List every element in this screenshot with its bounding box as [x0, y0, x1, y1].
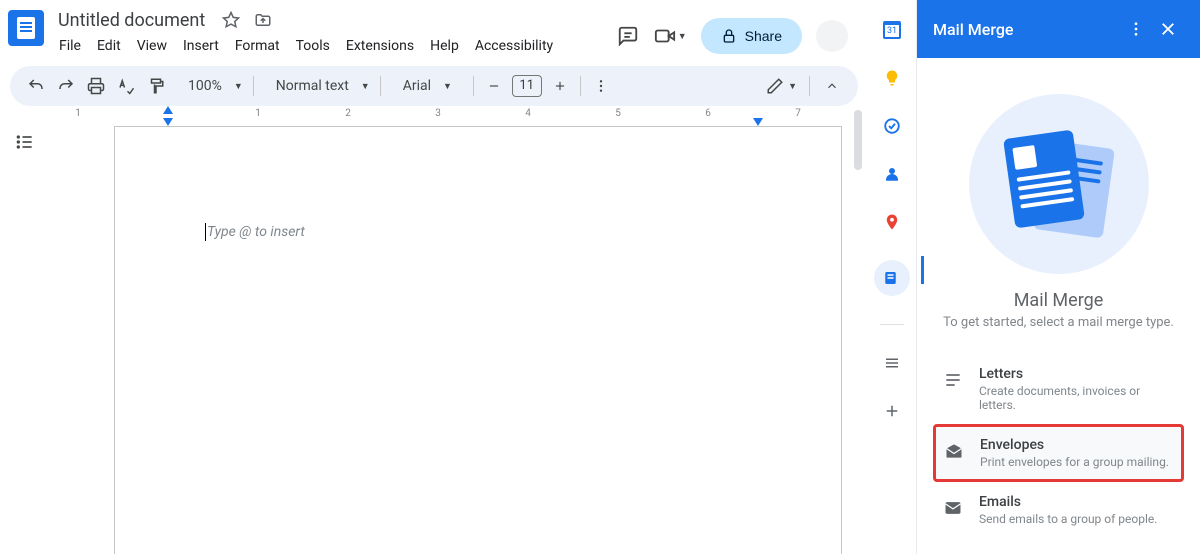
envelopes-icon [942, 439, 966, 463]
undo-button[interactable] [22, 72, 50, 100]
left-indent-marker[interactable] [163, 118, 173, 126]
ruler-tick-label: 3 [435, 108, 441, 119]
menu-tools[interactable]: Tools [289, 36, 337, 56]
paint-format-button[interactable] [142, 72, 170, 100]
paragraph-style-dropdown[interactable]: Normal text ▼ [260, 72, 374, 100]
insert-placeholder: Type @ to insert [207, 224, 305, 240]
panel-close-icon[interactable] [1152, 13, 1184, 45]
menu-extensions[interactable]: Extensions [339, 36, 421, 56]
right-indent-marker[interactable] [753, 118, 763, 126]
menu-file[interactable]: File [52, 36, 88, 56]
option-desc: Create documents, invoices or letters. [979, 384, 1176, 412]
merge-option-emails[interactable]: Emails Send emails to a group of people. [933, 482, 1184, 538]
increase-font-button[interactable] [546, 72, 574, 100]
calendar-icon[interactable]: 31 [882, 20, 902, 40]
star-icon[interactable] [219, 8, 243, 32]
option-desc: Send emails to a group of people. [979, 512, 1176, 526]
collapse-toolbar-button[interactable] [818, 72, 846, 100]
panel-more-icon[interactable] [1120, 13, 1152, 45]
maps-icon[interactable] [882, 212, 902, 232]
merge-option-envelopes[interactable]: Envelopes Print envelopes for a group ma… [933, 424, 1184, 482]
horizontal-ruler[interactable]: 1 1 2 3 4 5 6 7 [64, 106, 842, 126]
document-title[interactable]: Untitled document [52, 8, 211, 33]
vertical-scrollbar[interactable] [852, 106, 864, 554]
option-title: Emails [979, 494, 1176, 510]
panel-subheading: To get started, select a mail merge type… [933, 315, 1184, 330]
contacts-icon[interactable] [882, 164, 902, 184]
decrease-font-button[interactable] [480, 72, 508, 100]
zoom-dropdown[interactable]: 100% ▼ [172, 72, 247, 100]
panel-illustration [933, 94, 1184, 274]
share-label: Share [745, 28, 782, 44]
account-avatar[interactable] [816, 20, 848, 52]
toolbar: 100% ▼ Normal text ▼ Arial ▼ 11 ▼ [10, 66, 858, 106]
docs-logo[interactable] [8, 10, 44, 46]
move-icon[interactable] [251, 8, 275, 32]
option-title: Envelopes [980, 437, 1175, 453]
ruler-tick-label: 6 [705, 108, 711, 119]
style-value: Normal text [270, 78, 355, 94]
panel-heading: Mail Merge [933, 290, 1184, 311]
menubar: File Edit View Insert Format Tools Exten… [52, 34, 616, 58]
panel-header: Mail Merge [917, 0, 1200, 58]
menu-accessibility[interactable]: Accessibility [468, 36, 560, 56]
ruler-tick-label: 1 [75, 108, 81, 119]
comment-history-icon[interactable] [616, 24, 640, 48]
side-panel-rail: 31 [868, 0, 916, 554]
redo-button[interactable] [52, 72, 80, 100]
get-addons-icon[interactable] [882, 401, 902, 421]
more-toolbar-button[interactable] [587, 72, 615, 100]
zoom-value: 100% [182, 78, 228, 94]
panel-title: Mail Merge [933, 20, 1120, 39]
ruler-tick-label: 2 [345, 108, 351, 119]
menu-format[interactable]: Format [228, 36, 287, 56]
merge-option-letters[interactable]: Letters Create documents, invoices or le… [933, 354, 1184, 424]
meet-icon[interactable]: ▼ [654, 24, 687, 48]
show-side-panel-icon[interactable] [882, 353, 902, 373]
tasks-icon[interactable] [882, 116, 902, 136]
app-header: Untitled document File Edit View Insert … [0, 0, 868, 58]
emails-icon [941, 496, 965, 520]
ruler-tick-label: 5 [615, 108, 621, 119]
ruler-tick-label: 1 [255, 108, 261, 119]
menu-edit[interactable]: Edit [90, 36, 128, 56]
option-title: Letters [979, 366, 1176, 382]
ruler-tick-label: 4 [525, 108, 531, 119]
font-value: Arial [397, 78, 437, 94]
letters-icon [941, 368, 965, 392]
menu-view[interactable]: View [130, 36, 174, 56]
first-line-indent-marker[interactable] [163, 106, 173, 114]
outline-button[interactable] [13, 130, 37, 154]
print-button[interactable] [82, 72, 110, 100]
font-size-input[interactable]: 11 [512, 75, 542, 97]
mail-merge-addon-icon[interactable] [874, 260, 910, 296]
menu-insert[interactable]: Insert [176, 36, 226, 56]
spellcheck-button[interactable] [112, 72, 140, 100]
font-dropdown[interactable]: Arial ▼ [387, 72, 467, 100]
document-page[interactable]: Type @ to insert [114, 126, 842, 554]
keep-icon[interactable] [882, 68, 902, 88]
menu-help[interactable]: Help [423, 36, 466, 56]
share-button[interactable]: Share [701, 18, 802, 54]
text-cursor [205, 223, 206, 241]
editing-mode-button[interactable]: ▼ [762, 72, 801, 100]
ruler-tick-label: 7 [795, 108, 801, 119]
mail-merge-panel: Mail Merge Mail Merge To get started, se… [916, 0, 1200, 554]
option-desc: Print envelopes for a group mailing. [980, 455, 1175, 469]
